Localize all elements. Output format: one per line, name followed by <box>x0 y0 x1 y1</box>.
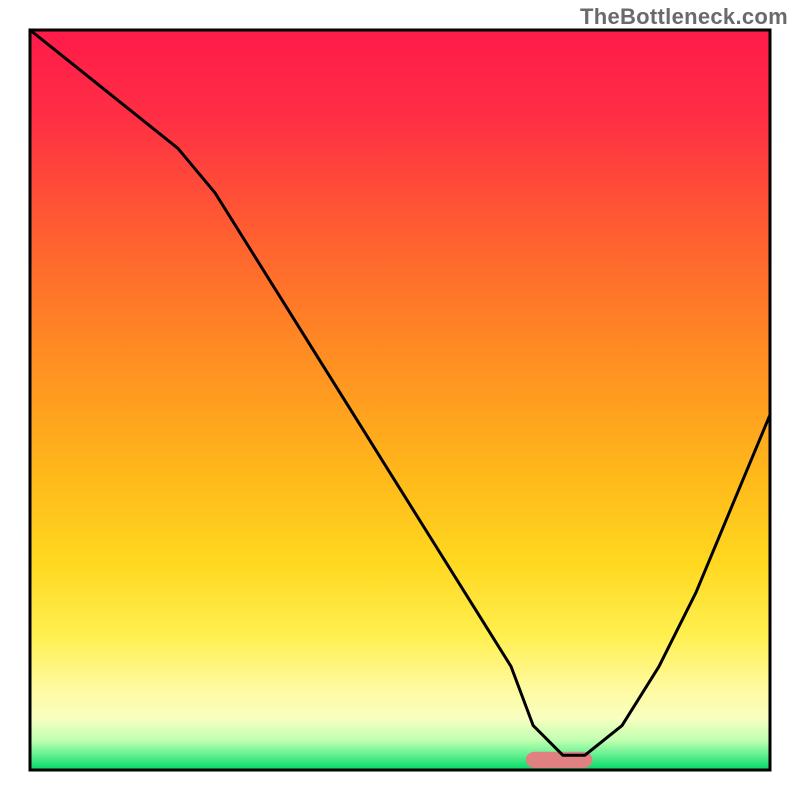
plot-background <box>30 30 770 770</box>
bottleneck-chart: TheBottleneck.com <box>0 0 800 800</box>
chart-svg <box>0 0 800 800</box>
watermark-text: TheBottleneck.com <box>580 4 788 30</box>
